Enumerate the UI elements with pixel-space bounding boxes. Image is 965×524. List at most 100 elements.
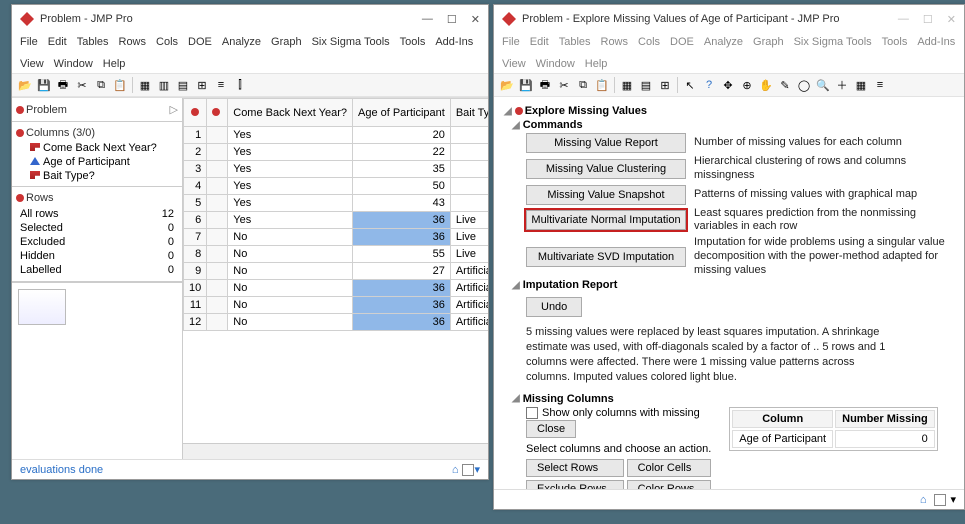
column-item[interactable]: Come Back Next Year? [16,141,178,155]
table-row[interactable]: 1Yes20 [184,127,489,144]
maximize-button[interactable]: ☐ [447,13,457,26]
menu-edit[interactable]: Edit [48,36,67,48]
menu-six-sigma-tools[interactable]: Six Sigma Tools [794,36,872,48]
table-row[interactable]: 5Yes43 [184,195,489,212]
target-icon[interactable]: ⊕ [738,76,756,94]
table-icon[interactable]: ▦ [618,76,636,94]
help-icon[interactable]: ? [700,76,718,94]
menu-doe[interactable]: DOE [188,36,212,48]
table-row[interactable]: 8No55Live [184,246,489,263]
copy-icon[interactable]: ⧉ [92,76,110,94]
exclude-rows-button[interactable]: Exclude Rows [526,480,624,489]
dist-icon[interactable]: ⊞ [656,76,674,94]
dropdown-icon[interactable]: ▾ [474,463,480,476]
menu-rows[interactable]: Rows [601,36,629,48]
table-row[interactable]: 3Yes35 [184,161,489,178]
pointer-icon[interactable]: ↖ [681,76,699,94]
table-row[interactable]: 10No36Artificial [184,280,489,297]
menu-window[interactable]: Window [536,58,575,70]
disclosure-icon[interactable]: ◢ [512,280,520,291]
minimize-button[interactable]: — [422,13,433,26]
imputation-report-header[interactable]: ◢ Imputation Report [512,279,954,291]
menu-help[interactable]: Help [103,58,126,70]
menu-doe[interactable]: DOE [670,36,694,48]
source-panel-header[interactable]: Problem ▷ [16,101,178,118]
lasso-icon[interactable]: ◯ [795,76,813,94]
col-header[interactable]: Bait Type? [450,99,488,127]
col-header[interactable]: Come Back Next Year? [228,99,353,127]
thumbnail-preview[interactable] [18,289,66,325]
titlebar[interactable]: Problem - Explore Missing Values of Age … [494,5,964,33]
crosshair-icon[interactable]: ✥ [719,76,737,94]
disclosure-icon[interactable]: ◢ [512,120,520,131]
add-icon[interactable]: ＋ [833,76,851,94]
zoom-icon[interactable]: 🔍 [814,76,832,94]
fit-icon[interactable]: ▤ [174,76,192,94]
data-grid[interactable]: Come Back Next Year?Age of ParticipantBa… [183,98,488,443]
save-icon[interactable]: 💾 [517,76,535,94]
paste-icon[interactable]: 📋 [593,76,611,94]
menu-icon[interactable]: ≡ [871,76,889,94]
hand-icon[interactable]: ✋ [757,76,775,94]
close-button[interactable]: ✕ [471,13,480,26]
menu-tables[interactable]: Tables [77,36,109,48]
hotspot-icon[interactable] [16,106,24,114]
hotspot-icon[interactable] [16,129,24,137]
minimize-button[interactable]: — [898,13,909,26]
disclosure-icon[interactable]: ◢ [504,106,512,117]
rows-panel-header[interactable]: Rows [16,190,178,206]
menu-help[interactable]: Help [585,58,608,70]
menu-cols[interactable]: Cols [156,36,178,48]
hotspot-icon[interactable] [515,107,523,115]
rowstate-header[interactable] [207,99,228,127]
paste-icon[interactable]: 📋 [111,76,129,94]
table-row[interactable]: 4Yes50 [184,178,489,195]
columns-panel-header[interactable]: Columns (3/0) [16,125,178,141]
table-row[interactable]: 12No36Artificial [184,314,489,331]
color-rows-button[interactable]: Color Rows [627,480,712,489]
table-row[interactable]: 2Yes22 [184,144,489,161]
menu-view[interactable]: View [502,58,526,70]
checkbox-icon[interactable] [526,407,538,419]
menu-tools[interactable]: Tools [400,36,426,48]
command-button[interactable]: Missing Value Clustering [526,159,686,179]
explore-missing-header[interactable]: ◢ Explore Missing Values [504,105,954,117]
home-icon[interactable]: ⌂ [920,494,927,506]
cut-icon[interactable]: ✂ [555,76,573,94]
command-button[interactable]: Multivariate SVD Imputation [526,247,686,267]
open-icon[interactable]: 📂 [16,76,34,94]
menu-tables[interactable]: Tables [559,36,591,48]
graph-icon[interactable]: ≡ [212,76,230,94]
menu-tools[interactable]: Tools [882,36,908,48]
print-icon[interactable]: 🖶 [54,76,72,94]
menu-file[interactable]: File [20,36,38,48]
open-icon[interactable]: 📂 [498,76,516,94]
brush-icon[interactable]: ✎ [776,76,794,94]
table-row[interactable]: 9No27Artificial [184,263,489,280]
menu-cols[interactable]: Cols [638,36,660,48]
save-icon[interactable]: 💾 [35,76,53,94]
maximize-button[interactable]: ☐ [923,13,933,26]
grid-icon[interactable]: ▦ [852,76,870,94]
expand-icon[interactable]: ▷ [170,103,178,116]
disclosure-icon[interactable]: ◢ [512,393,520,404]
menu-rows[interactable]: Rows [119,36,147,48]
hotspot-icon[interactable] [184,99,207,127]
table-icon[interactable]: ▦ [136,76,154,94]
window-list-button[interactable] [934,494,946,506]
column-item[interactable]: Bait Type? [16,169,178,183]
menu-six-sigma-tools[interactable]: Six Sigma Tools [312,36,390,48]
close-button[interactable]: Close [526,420,576,438]
menu-view[interactable]: View [20,58,44,70]
table-row[interactable]: 6Yes36Live [184,212,489,229]
cut-icon[interactable]: ✂ [73,76,91,94]
print-icon[interactable]: 🖶 [536,76,554,94]
column-item[interactable]: Age of Participant [16,155,178,169]
table-row[interactable]: 7No36Live [184,229,489,246]
menu-window[interactable]: Window [54,58,93,70]
menu-analyze[interactable]: Analyze [222,36,261,48]
chart-icon[interactable]: ▤ [637,76,655,94]
horizontal-scrollbar[interactable] [183,443,488,459]
missing-columns-table[interactable]: ColumnNumber Missing Age of Participant0 [729,407,937,451]
titlebar[interactable]: Problem - JMP Pro — ☐ ✕ [12,5,488,33]
